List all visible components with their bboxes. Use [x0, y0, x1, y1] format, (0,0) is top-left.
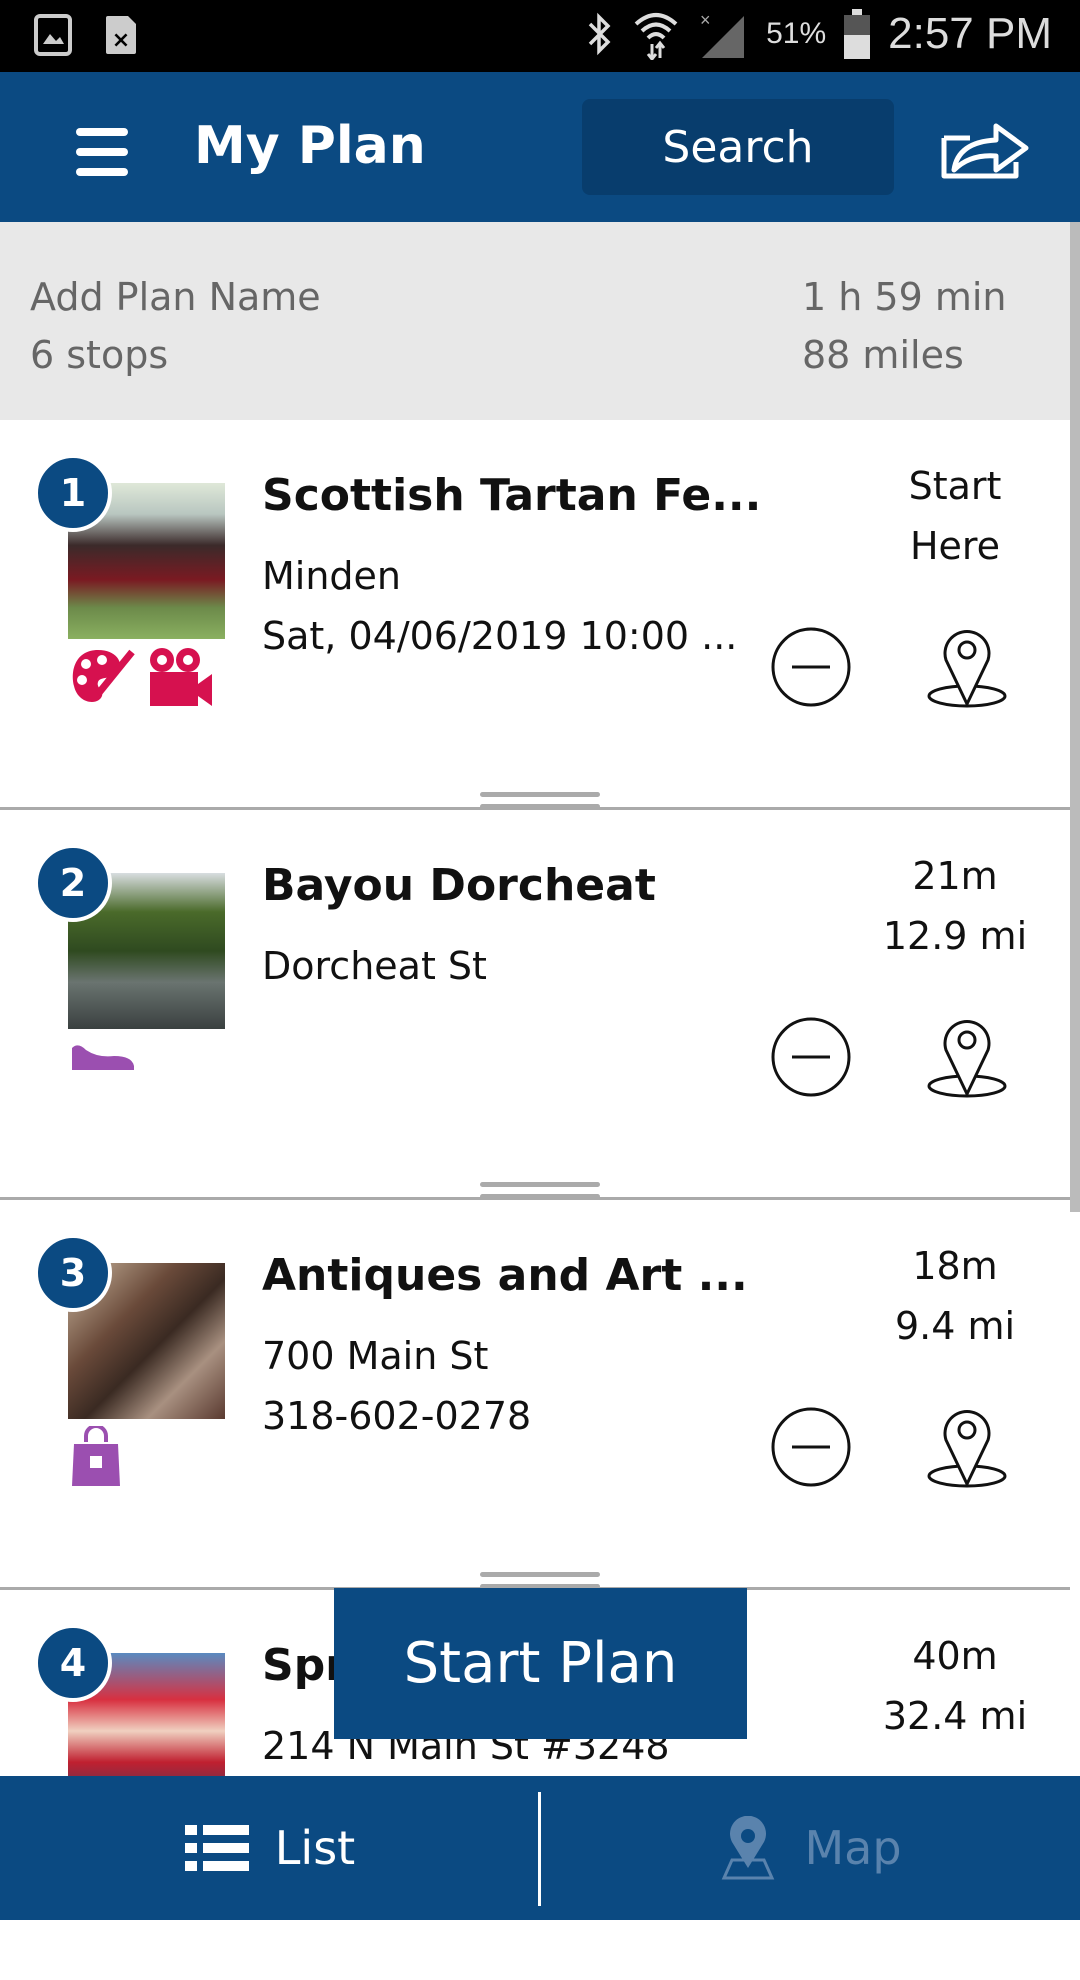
plan-name-field[interactable]: Add Plan Name	[30, 268, 321, 326]
stop-list-item[interactable]: 2 Bayou Dorcheat Dorcheat St 21m 12.9 mi	[0, 810, 1070, 1200]
svg-text:×: ×	[112, 28, 130, 53]
stop-eta: 18m 9.4 mi	[880, 1236, 1030, 1356]
scrollbar[interactable]	[1070, 222, 1080, 1212]
stop-count: 6 stops	[30, 333, 169, 377]
stop-eta: 40m 32.4 mi	[880, 1626, 1030, 1746]
plan-summary: Add Plan Name 6 stops 1 h 59 min 88 mile…	[0, 222, 1080, 420]
total-duration: 1 h 59 min	[802, 275, 1007, 319]
tab-map[interactable]: Map	[540, 1776, 1080, 1920]
search-button[interactable]: Search	[582, 99, 894, 195]
eta-line-2: 9.4 mi	[894, 1304, 1016, 1348]
map-pin-icon[interactable]	[924, 1404, 1010, 1490]
eta-line-1: 40m	[912, 1634, 998, 1678]
film-camera-icon	[150, 648, 212, 706]
menu-icon[interactable]	[76, 128, 128, 188]
total-distance: 88 miles	[802, 333, 964, 377]
tab-list-label: List	[274, 1821, 356, 1875]
stop-phone[interactable]: 318-602-0278	[262, 1394, 531, 1438]
app-header: My Plan Search	[0, 72, 1080, 222]
shoe-icon	[72, 1045, 134, 1070]
sim-error-icon: ×	[106, 16, 136, 54]
stop-number-badge: 4	[34, 1624, 112, 1702]
eta-line-2: 12.9 mi	[882, 914, 1028, 958]
map-pin-icon[interactable]	[924, 624, 1010, 710]
stop-eta: Start Here	[880, 456, 1030, 576]
stop-address: 700 Main St	[262, 1334, 489, 1378]
tab-list[interactable]: List	[0, 1776, 540, 1920]
stop-location: Minden	[262, 554, 402, 598]
tab-map-label: Map	[804, 1821, 902, 1875]
remove-stop-icon[interactable]	[770, 1016, 852, 1098]
stop-name: Scottish Tartan Fe...	[262, 470, 762, 521]
start-plan-button[interactable]: Start Plan	[334, 1588, 747, 1739]
stop-number-badge: 3	[34, 1234, 112, 1312]
clock: 2:57 PM	[888, 9, 1052, 58]
stop-datetime: Sat, 04/06/2019 10:00 ...	[262, 614, 738, 658]
stop-list-item[interactable]: 3 Antiques and Art ... 700 Main St 318-6…	[0, 1200, 1070, 1590]
stop-eta: 21m 12.9 mi	[880, 846, 1030, 966]
remove-stop-icon[interactable]	[770, 1406, 852, 1488]
stop-name: Bayou Dorcheat	[262, 860, 656, 911]
stop-location: Dorcheat St	[262, 944, 487, 988]
page-title: My Plan	[194, 116, 426, 176]
stop-name: Antiques and Art ...	[262, 1250, 748, 1301]
eta-line-1: 18m	[912, 1244, 998, 1288]
eta-line-2: 32.4 mi	[882, 1694, 1028, 1738]
image-icon	[34, 14, 72, 56]
battery-icon	[844, 9, 871, 59]
svg-text:×: ×	[700, 10, 711, 30]
stop-number-badge: 1	[34, 454, 112, 532]
map-pin-icon[interactable]	[924, 1014, 1010, 1100]
eta-line-2: Here	[909, 524, 1001, 568]
map-pin-icon	[722, 1816, 775, 1880]
list-icon	[184, 1825, 249, 1871]
stop-list-item[interactable]: 1 Scottish Tartan Fe... Minden Sat, 04/0…	[0, 420, 1070, 810]
remove-stop-icon[interactable]	[770, 626, 852, 708]
bottom-nav: List Map	[0, 1776, 1080, 1920]
status-bar: × × 51% 2:57 PM	[0, 0, 1080, 72]
arts-palette-icon	[72, 649, 135, 702]
eta-line-1: 21m	[912, 854, 998, 898]
bluetooth-icon	[588, 12, 611, 56]
signal-icon: ×	[700, 10, 745, 58]
share-icon[interactable]	[940, 116, 1032, 180]
wifi-icon	[634, 13, 678, 60]
stop-number-badge: 2	[34, 844, 112, 922]
eta-line-1: Start	[908, 464, 1002, 508]
shopping-bag-icon	[72, 1426, 120, 1486]
battery-percent: 51%	[766, 17, 827, 50]
